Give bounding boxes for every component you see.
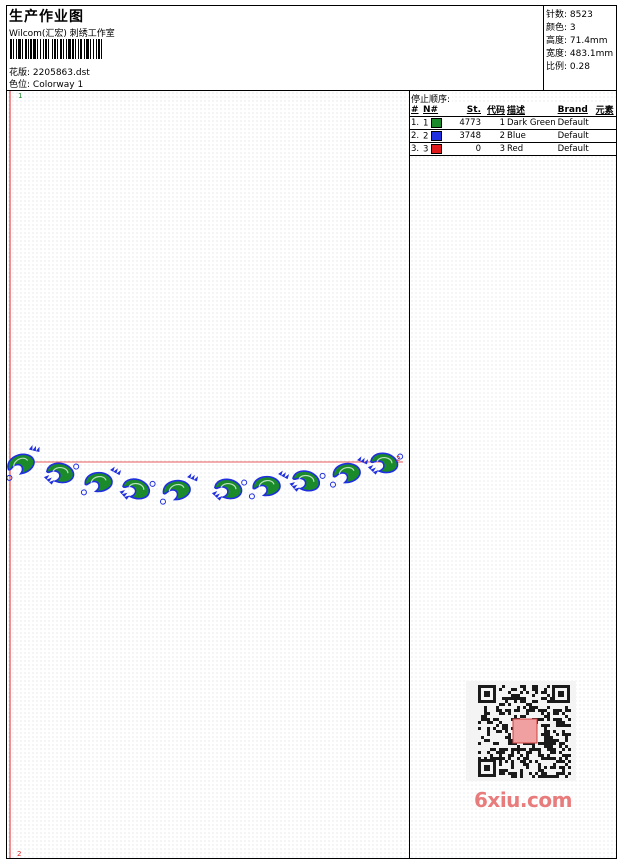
scroll-curl: [248, 493, 255, 500]
paisley-body: [84, 471, 113, 493]
design-height: 高度: 71.4mm: [546, 36, 608, 46]
paisley-motif: [119, 478, 156, 500]
row-brand: Default: [556, 116, 595, 130]
row-element: [594, 116, 616, 130]
color-table: # N# St. 代码 描述 Brand 元素 1. 1 4773 1 Dark Gr…: [410, 103, 616, 156]
row-code: 1: [482, 116, 506, 130]
color-swatch: [431, 130, 443, 141]
paisley-motif: [43, 462, 80, 485]
col-stitches: St.: [466, 104, 481, 115]
colorway-label: 色位:: [9, 80, 31, 90]
needle-number: 1: [423, 118, 432, 129]
scroll-curl: [159, 498, 166, 505]
color-table-header: # N# St. 代码 描述 Brand 元素: [410, 103, 616, 117]
row-code: 3: [482, 142, 506, 156]
color-row: 3. 3 0 3 Red Default: [410, 142, 616, 156]
qr-code-image: [466, 681, 576, 781]
row-description: Blue: [506, 129, 557, 143]
needle-number: 3: [423, 144, 432, 155]
design-preview-canvas: 1 2 2: [7, 91, 410, 858]
row-description: Dark Green: [506, 116, 557, 130]
row-element: [594, 129, 616, 143]
scroll-curl: [73, 463, 80, 470]
stats-panel: 针数: 8523 颜色: 3 高度: 71.4mm 宽度: 483.1mm 比例…: [543, 6, 617, 90]
paisley-body: [370, 452, 399, 474]
colorway-line: 色位: Colorway 1: [9, 77, 83, 90]
color-swatch: [431, 143, 443, 154]
paisley-body: [7, 453, 35, 475]
embroidery-motifs: [7, 444, 404, 505]
row-index: 1.: [410, 116, 422, 130]
col-brand: Brand: [557, 104, 588, 115]
scroll-curl: [241, 479, 248, 486]
paisley-motif: [211, 478, 248, 501]
scroll-curl: [329, 481, 336, 488]
row-description: Red: [506, 142, 557, 156]
company-name: Wilcom(汇宏) 刺绣工作室: [9, 29, 115, 39]
row-index: 3.: [410, 142, 422, 156]
col-code: 代码: [486, 106, 505, 116]
start-marker-top: 1: [18, 92, 23, 100]
color-row: 2. 2 3748 2 Blue Default: [410, 129, 616, 143]
scroll-curl: [319, 472, 326, 479]
paisley-motif: [329, 456, 369, 488]
paisley-body: [46, 462, 75, 484]
scroll-curl: [80, 489, 87, 496]
paisley-body: [162, 479, 191, 501]
paisley-motif: [159, 473, 199, 505]
col-element: 元素: [595, 106, 614, 116]
color-swatch: [431, 117, 443, 128]
paisley-motif: [367, 452, 404, 475]
row-stitches: 0: [452, 142, 482, 156]
paisley-motif: [80, 466, 122, 496]
colorway-value: Colorway 1: [32, 80, 84, 90]
row-needle: 3: [422, 142, 452, 156]
row-brand: Default: [556, 129, 595, 143]
design-width: 宽度: 483.1mm: [546, 49, 614, 59]
barcode-image: [10, 39, 102, 59]
paisley-body: [332, 462, 361, 484]
start-marker-bottom: 2: [17, 850, 22, 858]
row-stitches: 4773: [452, 116, 482, 130]
row-code: 2: [482, 129, 506, 143]
row-stitches: 3748: [452, 129, 482, 143]
row-needle: 1: [422, 116, 452, 130]
embroidery-preview: [7, 91, 404, 858]
paisley-body: [214, 478, 243, 500]
row-index: 2.: [410, 129, 422, 143]
col-description: 描述: [507, 106, 526, 116]
needle-number: 2: [423, 131, 432, 142]
row-needle: 2: [422, 129, 452, 143]
design-scale: 比例: 0.28: [546, 62, 590, 72]
color-row: 1. 1 4773 1 Dark Green Default: [410, 116, 616, 130]
header-info: 生产作业图 Wilcom(汇宏) 刺绣工作室 花版: 2205863.dst 色…: [7, 6, 543, 90]
end-marker: 2: [396, 455, 401, 463]
page-title: 生产作业图: [9, 9, 84, 25]
color-count: 颜色: 3: [546, 23, 576, 33]
paisley-body: [252, 475, 281, 497]
row-element: [594, 142, 616, 156]
scroll-curl: [149, 480, 156, 487]
watermark-logo: 6xiu.com: [474, 788, 572, 812]
col-needle: N#: [423, 104, 439, 115]
stitch-count: 针数: 8523: [546, 10, 593, 20]
paisley-motif: [248, 470, 290, 500]
col-index: #: [411, 104, 419, 115]
paisley-motif: [289, 470, 326, 492]
row-brand: Default: [556, 142, 595, 156]
